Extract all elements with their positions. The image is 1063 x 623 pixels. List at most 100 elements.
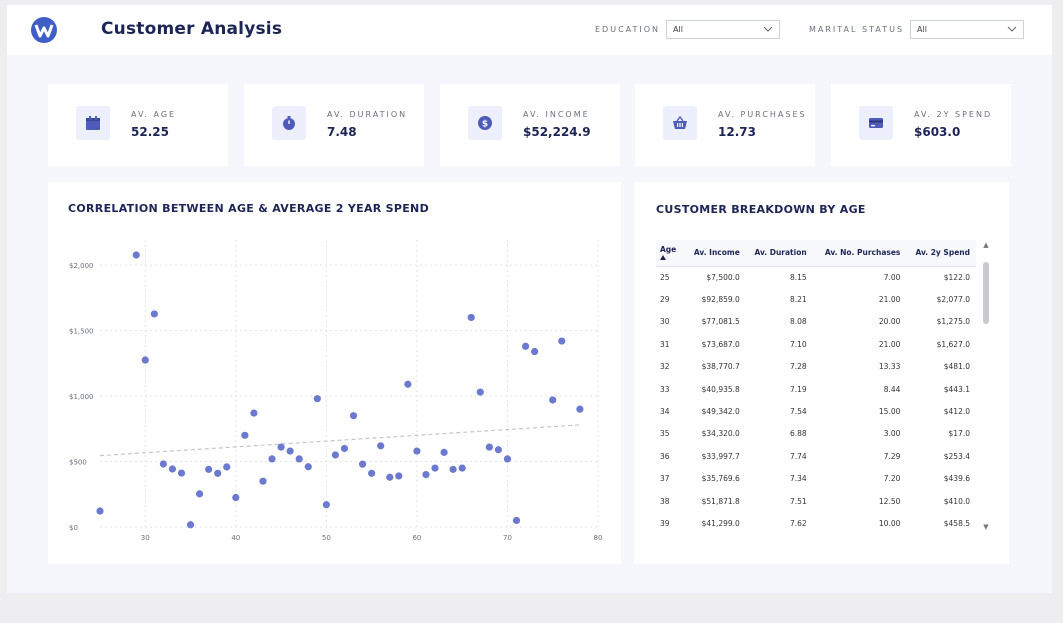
- data-point: [358, 460, 367, 468]
- x-tick-label: 30: [141, 534, 150, 542]
- table-header-row: Age Av. Income Av. Duration Av. No. Purc…: [656, 240, 976, 267]
- basket-icon: [663, 106, 697, 140]
- table-row[interactable]: 32 $38,770.7 7.28 13.33 $481.0: [656, 356, 976, 378]
- table-cell: $34,320.0: [701, 429, 740, 439]
- data-point: [485, 443, 493, 451]
- data-point: [277, 443, 285, 451]
- kpi-value: 7.48: [327, 125, 357, 139]
- breakdown-table-card: CUSTOMER BREAKDOWN BY AGE Age Av. Income…: [634, 182, 1009, 564]
- dollar-coin-icon: $: [468, 106, 502, 140]
- dashboard-frame: Customer Analysis EDUCATION All MARITAL …: [7, 5, 1052, 593]
- kpi-label: AV. INCOME: [523, 110, 590, 119]
- data-point: [223, 463, 231, 471]
- data-point: [512, 516, 521, 525]
- breakdown-table: Age Av. Income Av. Duration Av. No. Purc…: [656, 240, 976, 535]
- table-cell: 32: [660, 362, 670, 372]
- kpi-card-spend: AV. 2Y SPEND $603.0: [831, 84, 1011, 166]
- table-cell: 7.74: [790, 451, 807, 461]
- table-cell: $73,687.0: [701, 339, 740, 349]
- table-row[interactable]: 25 $7,500.0 8.15 7.00 $122.0: [656, 266, 976, 288]
- table-cell: $40,935.8: [701, 384, 740, 394]
- table-scrollbar[interactable]: ▲ ▼: [982, 240, 990, 532]
- scatter-chart-card: CORRELATION BETWEEN AGE & AVERAGE 2 YEAR…: [48, 182, 621, 564]
- table-row[interactable]: 33 $40,935.8 7.19 8.44 $443.1: [656, 378, 976, 400]
- table-cell: $439.6: [943, 474, 970, 484]
- table-row[interactable]: 38 $51,871.8 7.51 12.50 $410.0: [656, 490, 976, 512]
- data-point: [259, 477, 267, 485]
- column-header-spend[interactable]: Av. 2y Spend: [906, 240, 976, 267]
- table-cell: $122.0: [943, 272, 970, 282]
- table-cell: 7.20: [883, 474, 901, 484]
- column-header-duration[interactable]: Av. Duration: [745, 240, 813, 267]
- table-cell: $35,769.6: [701, 474, 740, 484]
- table-cell: $253.4: [943, 451, 970, 461]
- page-title: Customer Analysis: [101, 19, 283, 39]
- education-dropdown[interactable]: All: [666, 20, 780, 39]
- kpi-value: 52.25: [131, 125, 169, 139]
- table-cell: 38: [660, 496, 670, 506]
- table-cell: $1,275.0: [936, 317, 970, 327]
- table-cell: 31: [660, 339, 670, 349]
- table-cell: $17.0: [948, 429, 970, 439]
- marital-status-dropdown[interactable]: All: [910, 20, 1024, 39]
- kpi-card-duration: AV. DURATION 7.48: [244, 84, 424, 166]
- chevron-down-icon: [1007, 26, 1017, 32]
- data-point: [368, 469, 376, 477]
- svg-text:$: $: [482, 120, 488, 130]
- scroll-up-icon[interactable]: ▲: [982, 240, 990, 250]
- table-cell: 20.00: [878, 317, 901, 327]
- data-point: [141, 356, 149, 364]
- table-row[interactable]: 35 $34,320.0 6.88 3.00 $17.0: [656, 423, 976, 445]
- y-tick-label: $0: [69, 524, 78, 532]
- marital-status-dropdown-value: All: [917, 25, 927, 34]
- column-header-age[interactable]: Age: [656, 240, 687, 267]
- data-point: [331, 451, 340, 459]
- education-filter-label: EDUCATION: [595, 25, 661, 34]
- y-tick-label: $500: [69, 459, 87, 467]
- table-cell: 37: [660, 474, 670, 484]
- column-header-income[interactable]: Av. Income: [686, 240, 746, 267]
- table-cell: 36: [660, 451, 670, 461]
- data-point: [476, 388, 484, 396]
- table-row[interactable]: 30 $77,081.5 8.08 20.00 $1,275.0: [656, 311, 976, 333]
- table-row[interactable]: 34 $49,342.0 7.54 15.00 $412.0: [656, 400, 976, 422]
- data-point: [395, 472, 403, 480]
- data-point: [214, 469, 222, 477]
- data-point: [458, 464, 466, 472]
- table-cell: 7.00: [883, 272, 901, 282]
- table-row[interactable]: 36 $33,997.7 7.74 7.29 $253.4: [656, 445, 976, 467]
- column-header-purchases[interactable]: Av. No. Purchases: [812, 240, 907, 267]
- breakdown-table-title: CUSTOMER BREAKDOWN BY AGE: [656, 203, 866, 216]
- table-cell: $2,077.0: [936, 295, 970, 305]
- data-point: [168, 465, 177, 473]
- scrollbar-thumb[interactable]: [983, 262, 989, 324]
- data-point: [286, 447, 294, 455]
- table-cell: 21.00: [878, 339, 901, 349]
- table-cell: 8.15: [790, 272, 807, 282]
- y-tick-label: $2,000: [69, 262, 94, 270]
- data-point: [576, 405, 584, 413]
- table-cell: 29: [660, 295, 670, 305]
- kpi-label: AV. PURCHASES: [718, 110, 807, 119]
- sort-ascending-icon: [660, 255, 666, 261]
- table-cell: 35: [660, 429, 670, 439]
- data-point: [558, 337, 566, 345]
- data-point: [96, 507, 104, 515]
- table-row[interactable]: 39 $41,299.0 7.62 10.00 $458.5: [656, 512, 976, 534]
- data-point: [431, 464, 439, 472]
- table-cell: 39: [660, 518, 670, 528]
- data-point: [413, 447, 421, 455]
- table-cell: 6.88: [790, 429, 807, 439]
- table-row[interactable]: 37 $35,769.6 7.34 7.20 $439.6: [656, 468, 976, 490]
- kpi-value: 12.73: [718, 125, 756, 139]
- data-point: [503, 455, 512, 463]
- data-point: [295, 455, 303, 463]
- data-point: [521, 342, 530, 350]
- data-point: [340, 444, 349, 453]
- table-row[interactable]: 29 $92,859.0 8.21 21.00 $2,077.0: [656, 288, 976, 310]
- chevron-down-icon: [763, 26, 773, 32]
- stopwatch-icon: [272, 106, 306, 140]
- table-row[interactable]: 31 $73,687.0 7.10 21.00 $1,627.0: [656, 333, 976, 355]
- scroll-down-icon[interactable]: ▼: [982, 522, 990, 532]
- table-cell: 10.00: [878, 518, 901, 528]
